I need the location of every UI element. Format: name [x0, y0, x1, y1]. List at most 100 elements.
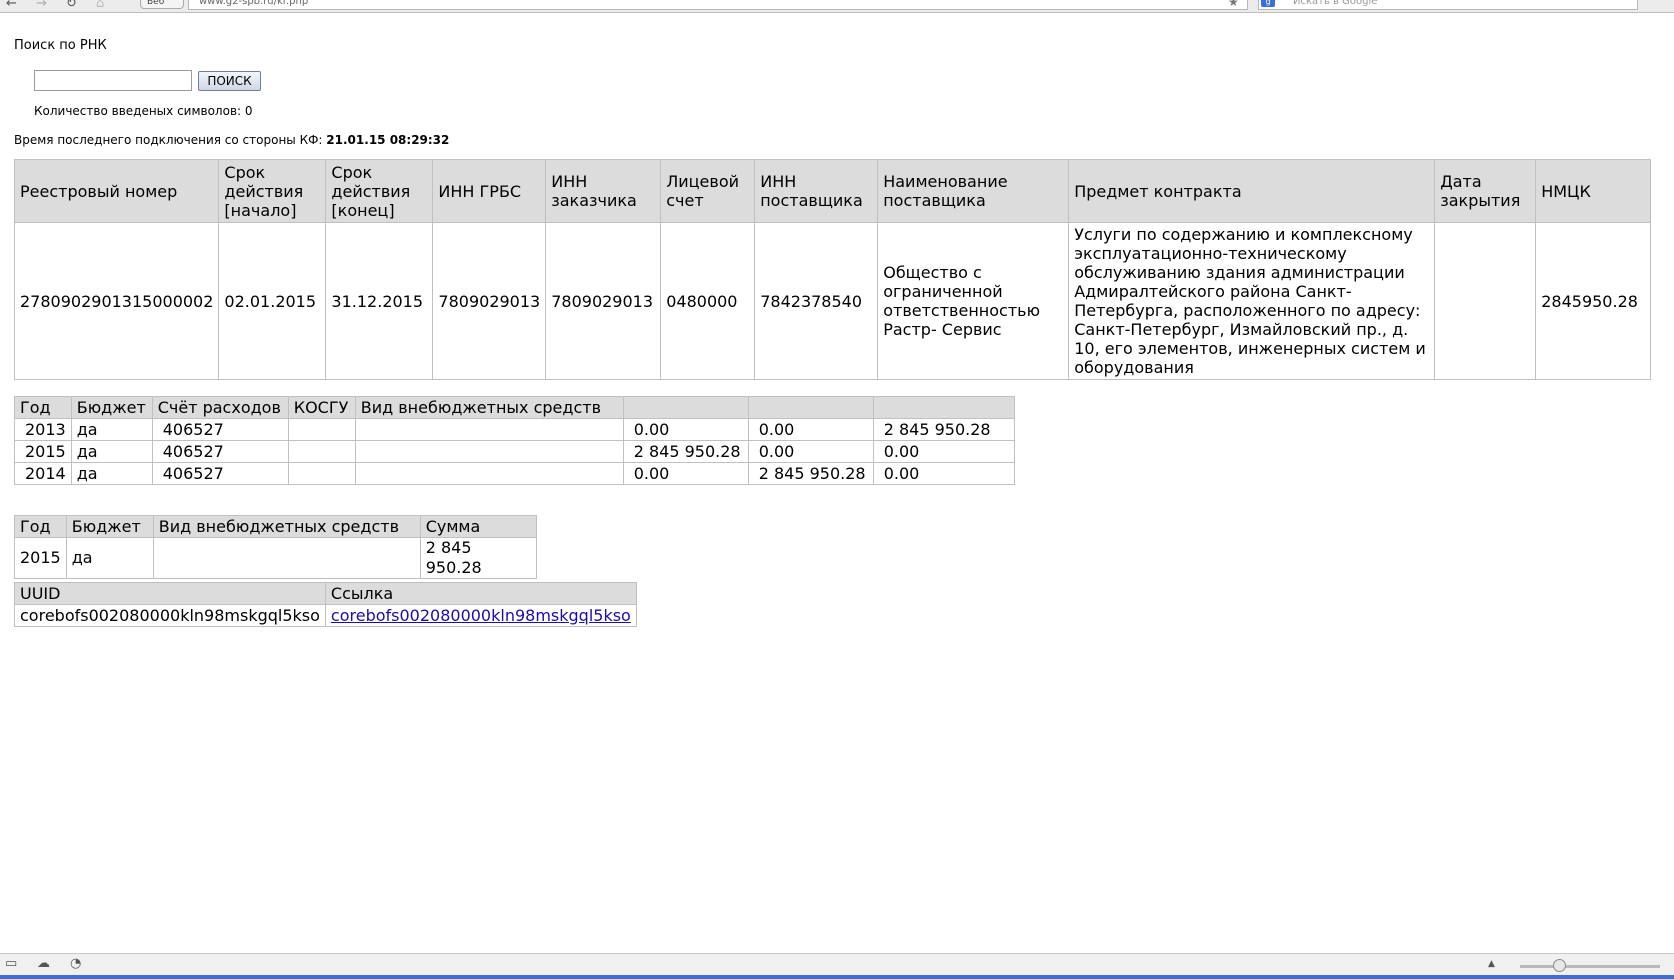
table-row: 2013 да 406527 0.00 0.00 2 845 950.28	[14, 418, 1016, 441]
col-header: КОСГУ	[287, 396, 356, 419]
uuid-cell: corebofs002080000kln98mskgql5kso	[14, 604, 326, 627]
table-row: 2015 да 406527 2 845 950.28 0.00 0.00	[14, 440, 1016, 463]
table-header-row: Реестровый номер Срок действия [начало] …	[13, 159, 1651, 223]
expense-account-cell: 406527	[151, 440, 289, 463]
end-date-cell: 31.12.2015	[325, 222, 434, 380]
forward-icon[interactable]: →	[36, 0, 47, 11]
col-header: Срок действия [начало]	[218, 159, 327, 223]
budget-cell: да	[70, 440, 153, 463]
extrabudget-cell	[354, 462, 624, 485]
extrabudget-cell	[354, 440, 624, 463]
expense-account-cell: 406527	[151, 418, 289, 441]
page-title: Поиск по РНК	[14, 38, 107, 53]
nmck-cell: 2845950.28	[1535, 222, 1651, 380]
status-bar: ▭ ☁ ◔ ▲	[0, 953, 1674, 976]
char-count-label: Количество введеных символов: 0	[34, 104, 253, 118]
col-header: Бюджет	[70, 396, 153, 419]
contract-table: Реестровый номер Срок действия [начало] …	[13, 159, 1651, 380]
table-header-row: UUID Ссылка	[14, 582, 637, 605]
col-header: Сумма	[419, 515, 538, 538]
finance-table: Год Бюджет Счёт расходов КОСГУ Вид внебю…	[14, 396, 1016, 485]
col-header: UUID	[14, 582, 326, 605]
year-cell: 2015	[14, 537, 67, 579]
year-cell: 2015	[14, 440, 72, 463]
browser-toolbar: ← → ↻ ⌂ Веб www.g2-spb.ru/kr.php ★ Искат…	[0, 0, 1674, 13]
contract-subject-cell: Услуги по содержанию и комплексному эксп…	[1068, 222, 1436, 380]
amount-cell: 2 845 950.28	[622, 440, 749, 463]
zoom-slider-track[interactable]	[1520, 965, 1660, 968]
col-header	[872, 396, 1016, 419]
col-header	[747, 396, 874, 419]
speed-icon[interactable]: ◔	[70, 956, 81, 971]
table-row: corebofs002080000kln98mskgql5kso corebof…	[14, 604, 637, 627]
col-header: Наименование поставщика	[877, 159, 1070, 223]
table-header-row: Год Бюджет Счёт расходов КОСГУ Вид внебю…	[14, 396, 1016, 419]
google-icon: g	[1261, 0, 1275, 7]
budget-cell: да	[70, 418, 153, 441]
extrabudget-cell	[152, 537, 421, 579]
zoom-slider-handle[interactable]	[1553, 959, 1566, 972]
col-header: Год	[14, 396, 72, 419]
last-connection-info: Время последнего подключения со стороны …	[14, 133, 449, 147]
search-button[interactable]: ПОИСК	[198, 71, 261, 91]
address-bar[interactable]: www.g2-spb.ru/kr.php	[188, 0, 1248, 10]
amount-cell: 0.00	[622, 462, 749, 485]
panel-icon[interactable]: ▭	[5, 956, 17, 971]
table-row: 2014 да 406527 0.00 2 845 950.28 0.00	[14, 462, 1016, 485]
table-header-row: Год Бюджет Вид внебюджетных средств Сумм…	[14, 515, 538, 538]
arrow-up-icon[interactable]: ▲	[1488, 959, 1495, 969]
col-header: ИНН заказчика	[545, 159, 662, 223]
search-input[interactable]	[34, 70, 192, 91]
inn-grbs-cell: 7809029013	[432, 222, 547, 380]
home-icon[interactable]: ⌂	[96, 0, 104, 11]
year-cell: 2014	[14, 462, 72, 485]
kosgu-cell	[287, 418, 356, 441]
col-header: Дата закрытия	[1434, 159, 1537, 223]
col-header: Счёт расходов	[151, 396, 289, 419]
supplier-name-cell: Общество с ограниченной ответственностью…	[877, 222, 1070, 380]
registry-number-cell: 2780902901315000002	[13, 222, 220, 380]
browser-search-field[interactable]: Искать в Google	[1258, 0, 1638, 10]
col-header: Бюджет	[65, 515, 154, 538]
amount-cell: 0.00	[747, 418, 874, 441]
amount-cell: 0.00	[872, 440, 1016, 463]
site-badge[interactable]: Веб	[140, 0, 184, 9]
expense-account-cell: 406527	[151, 462, 289, 485]
col-header: ИНН поставщика	[754, 159, 879, 223]
amount-cell: 0.00	[622, 418, 749, 441]
budget-cell: да	[70, 462, 153, 485]
uuid-table: UUID Ссылка corebofs002080000kln98mskgql…	[14, 582, 637, 627]
col-header: Предмет контракта	[1068, 159, 1436, 223]
kosgu-cell	[287, 462, 356, 485]
table-row: 2015 да 2 845 950.28	[14, 537, 538, 579]
sum-table: Год Бюджет Вид внебюджетных средств Сумм…	[14, 515, 538, 579]
col-header: Срок действия [конец]	[325, 159, 434, 223]
year-cell: 2013	[14, 418, 72, 441]
cloud-icon[interactable]: ☁	[37, 956, 50, 971]
col-header: Лицевой счет	[660, 159, 756, 223]
col-header: Год	[14, 515, 67, 538]
kosgu-cell	[287, 440, 356, 463]
budget-cell: да	[65, 537, 154, 579]
taskbar-edge	[0, 975, 1674, 979]
inn-customer-cell: 7809029013	[545, 222, 662, 380]
back-icon[interactable]: ←	[6, 0, 17, 11]
col-header: Вид внебюджетных средств	[354, 396, 624, 419]
link-cell: corebofs002080000kln98mskgql5kso	[324, 604, 637, 627]
start-date-cell: 02.01.2015	[218, 222, 327, 380]
reload-icon[interactable]: ↻	[66, 0, 77, 11]
account-cell: 0480000	[660, 222, 756, 380]
bookmark-star-icon[interactable]: ★	[1228, 0, 1239, 9]
col-header: ИНН ГРБС	[432, 159, 547, 223]
last-connection-value: 21.01.15 08:29:32	[326, 133, 450, 147]
col-header: Ссылка	[324, 582, 637, 605]
uuid-link[interactable]: corebofs002080000kln98mskgql5kso	[331, 606, 631, 625]
col-header: Вид внебюджетных средств	[152, 515, 421, 538]
close-date-cell	[1434, 222, 1537, 380]
last-connection-label: Время последнего подключения со стороны …	[14, 133, 323, 147]
amount-cell: 0.00	[747, 440, 874, 463]
col-header: Реестровый номер	[13, 159, 220, 223]
amount-cell: 2 845 950.28	[872, 418, 1016, 441]
extrabudget-cell	[354, 418, 624, 441]
amount-cell: 2 845 950.28	[747, 462, 874, 485]
